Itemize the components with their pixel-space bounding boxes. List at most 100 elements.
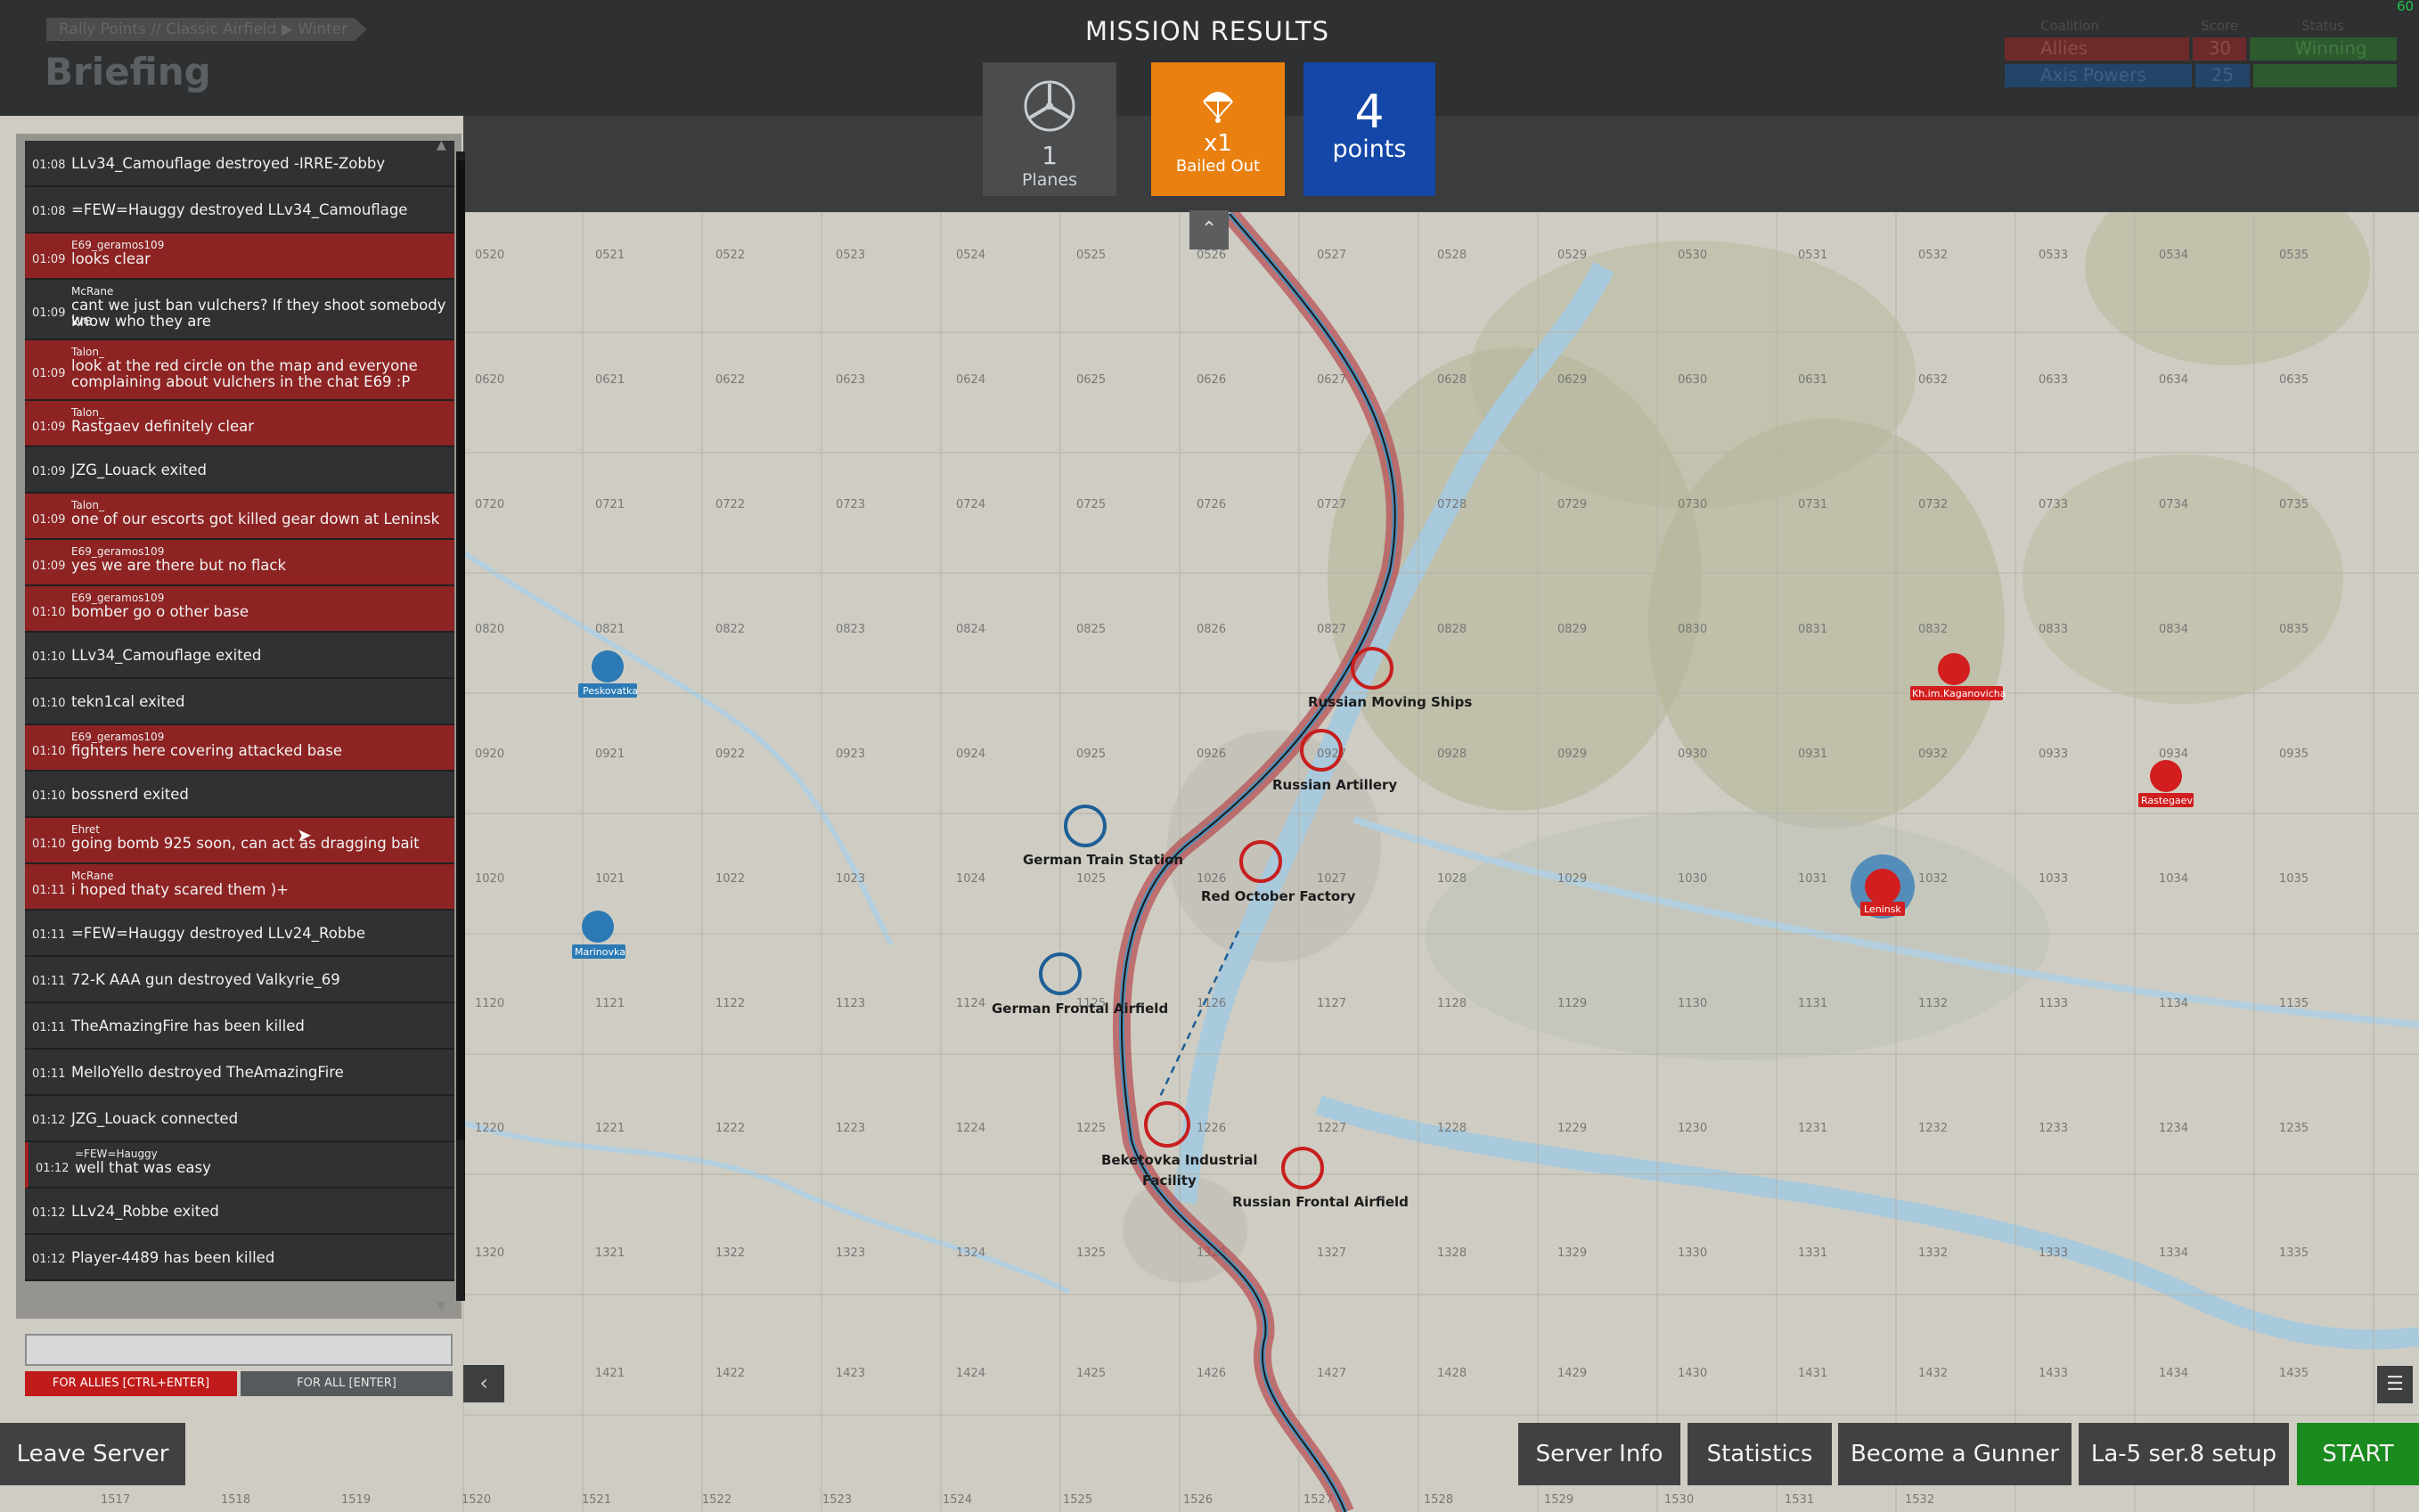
chat-message-text: =FEW=Hauggy destroyed LLv34_Camouflage <box>71 201 408 218</box>
chat-message-text: MelloYello destroyed TheAmazingFire <box>71 1064 344 1081</box>
chevron-up-icon: ⌃ <box>1200 218 1218 241</box>
chat-message: 01:12 =FEW=Hauggy well that was easy <box>25 1142 454 1189</box>
grid-label: 0822 <box>715 623 745 636</box>
grid-label: 0531 <box>1798 249 1827 262</box>
grid-label: 0831 <box>1798 623 1827 636</box>
grid-label: 1230 <box>1678 1122 1707 1135</box>
chat-scroll-down-icon[interactable]: ▼ <box>437 1299 446 1313</box>
grid-label: 1521 <box>582 1493 611 1507</box>
statistics-button[interactable]: Statistics <box>1688 1423 1832 1485</box>
map-legend-button[interactable]: ☰ <box>2377 1366 2413 1403</box>
chat-message-list[interactable]: 01:08 LLv34_Camouflage destroyed -IRRE-Zo… <box>25 141 454 1317</box>
chat-message-text: LLv34_Camouflage exited <box>71 647 262 664</box>
grid-label: 1135 <box>2279 997 2309 1010</box>
chat-message-body: know who they are <box>71 313 211 330</box>
chat-message: 01:10 E69_geramos109 fighters here coverin… <box>25 725 454 772</box>
chat-message: 01:12 JZG_Louack connected <box>25 1096 454 1142</box>
chat-scroll-up-icon[interactable]: ▲ <box>437 138 446 152</box>
grid-label: 0535 <box>2279 249 2309 262</box>
grid-label: 0528 <box>1437 249 1467 262</box>
grid-label: 0725 <box>1076 498 1106 511</box>
scoreboard-header-status: Status <box>2301 18 2344 34</box>
chat-message-author: Talon_ <box>71 346 104 358</box>
grid-label: 1332 <box>1918 1246 1948 1260</box>
chat-message-body: look at the red circle on the map and ev… <box>71 357 418 374</box>
coalition-score: 30 <box>2193 37 2247 61</box>
chat-message-time: 01:10 <box>32 789 66 803</box>
plane-setup-button[interactable]: La-5 ser.8 setup <box>2079 1423 2289 1485</box>
chat-message-text: tekn1cal exited <box>71 693 185 710</box>
svg-text:Red October Factory: Red October Factory <box>1201 888 1356 904</box>
chat-message-text: TheAmazingFire has been killed <box>71 1018 305 1034</box>
chat-message-time: 01:09 <box>32 465 66 478</box>
grid-label: 0929 <box>1557 748 1587 761</box>
airfield-leninsk[interactable]: Leninsk <box>1851 854 1915 919</box>
chat-message-time: 01:10 <box>32 697 66 710</box>
svg-text:Russian Moving Ships: Russian Moving Ships <box>1308 694 1472 710</box>
grid-label: 1427 <box>1317 1367 1346 1380</box>
chat-message-author: E69_geramos109 <box>71 592 165 604</box>
chat-message-time: 01:11 <box>32 1067 66 1081</box>
chat-message: 01:10 E69_geramos109 bomber go o other bas… <box>25 586 454 633</box>
grid-label: 0633 <box>2039 373 2068 387</box>
chat-message-time: 01:11 <box>32 928 66 942</box>
grid-label: 1122 <box>715 997 745 1010</box>
grid-label: 0623 <box>836 373 865 387</box>
planes-label: Planes <box>1021 170 1077 190</box>
chat-message-time: 01:09 <box>32 367 66 380</box>
grid-label: 0723 <box>836 498 865 511</box>
chat-message: 01:09 Talon_ one of our escorts got killed… <box>25 494 454 540</box>
grid-label: 0923 <box>836 748 865 761</box>
grid-label: 0520 <box>475 249 504 262</box>
grid-label: 1123 <box>836 997 865 1010</box>
grid-label: 1334 <box>2159 1246 2188 1260</box>
chat-input[interactable] <box>25 1334 453 1366</box>
planes-count: 1 <box>1042 141 1058 170</box>
grid-label: 1227 <box>1317 1122 1346 1135</box>
grid-label: 0721 <box>595 498 625 511</box>
grid-label: 0922 <box>715 748 745 761</box>
grid-label: 1432 <box>1918 1367 1948 1380</box>
grid-label: 0924 <box>956 748 985 761</box>
grid-label: 1126 <box>1197 997 1226 1010</box>
chat-message-author: Talon_ <box>71 406 104 419</box>
chat-message-time: 01:09 <box>32 306 66 320</box>
chat-message: 01:10 bossnerd exited <box>25 772 454 818</box>
scoreboard-header-score: Score <box>2201 18 2239 34</box>
chat-scrollbar-thumb[interactable] <box>456 160 465 1140</box>
collapse-chat-button[interactable]: ‹ <box>463 1365 504 1402</box>
chat-channel-all-button[interactable]: FOR ALL [ENTER] <box>241 1371 453 1396</box>
grid-label: 0720 <box>475 498 504 511</box>
chat-message-body: complaining about vulchers in the chat E… <box>71 373 411 390</box>
grid-label: 1320 <box>475 1246 504 1260</box>
chat-channel-allies-button[interactable]: FOR ALLIES [CTRL+ENTER] <box>25 1371 237 1396</box>
chat-message-author: McRane <box>71 870 114 882</box>
chat-message-text: LLv34_Camouflage destroyed -IRRE-Zobby <box>71 155 386 172</box>
become-gunner-button[interactable]: Become a Gunner <box>1838 1423 2072 1485</box>
grid-label: 0834 <box>2159 623 2188 636</box>
grid-label: 0832 <box>1918 623 1948 636</box>
chat-message-time: 01:12 <box>32 1253 66 1266</box>
start-button[interactable]: START <box>2297 1423 2419 1485</box>
chat-message: 01:11 McRane i hoped thaty scared them )+ <box>25 864 454 911</box>
grid-label: 0823 <box>836 623 865 636</box>
points-label: points <box>1332 135 1407 163</box>
grid-label: 0933 <box>2039 748 2068 761</box>
chat-message-body: yes we are there but no flack <box>71 557 287 574</box>
chat-message-time: 01:09 <box>32 560 66 573</box>
chat-message-author: Ehret <box>71 823 100 836</box>
grid-label: 0527 <box>1317 249 1346 262</box>
svg-text:German Train Station: German Train Station <box>1023 852 1183 868</box>
collapse-results-button[interactable]: ⌃ <box>1189 210 1229 249</box>
grid-label: 1229 <box>1557 1122 1587 1135</box>
leave-server-button[interactable]: Leave Server <box>0 1423 185 1485</box>
planes-stat-tile: 1 Planes <box>983 62 1116 196</box>
grid-label: 1523 <box>822 1493 852 1507</box>
chat-message-time: 01:09 <box>32 421 66 434</box>
server-info-button[interactable]: Server Info <box>1518 1423 1680 1485</box>
grid-label: 0524 <box>956 249 985 262</box>
grid-label: 1022 <box>715 872 745 886</box>
grid-label: 1026 <box>1197 872 1226 886</box>
grid-label: 1519 <box>341 1493 371 1507</box>
grid-label: 1225 <box>1076 1122 1106 1135</box>
